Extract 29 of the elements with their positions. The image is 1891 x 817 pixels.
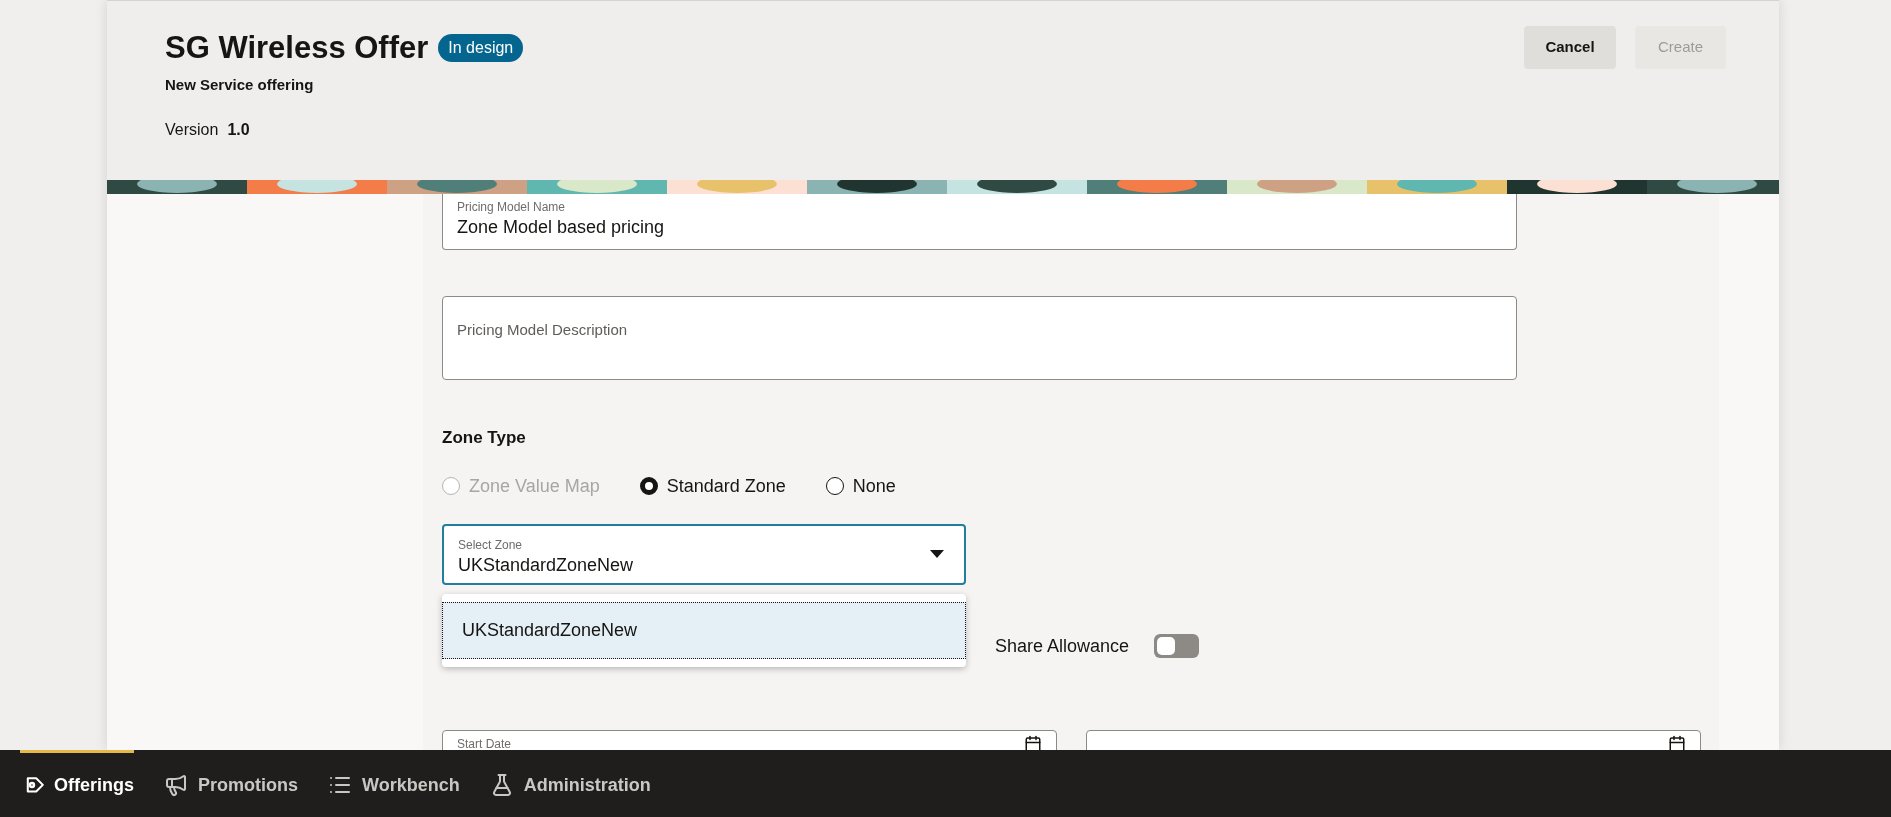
nav-tab[interactable]: Offerings	[20, 750, 134, 817]
nav-tab[interactable]: Administration	[489, 750, 651, 817]
field-label: Start Date	[457, 735, 512, 750]
nav-tab[interactable]: Workbench	[328, 750, 460, 817]
share-allowance-label: Share Allowance	[995, 634, 1130, 658]
radio-button[interactable]	[825, 477, 844, 495]
version-label: Version	[165, 120, 219, 141]
field-label: Select Zone	[458, 536, 524, 554]
dropdown-option[interactable]: UKStandardZoneNew	[442, 601, 966, 659]
cancel-button[interactable]: Cancel	[1524, 26, 1616, 69]
radio-label[interactable]: Standard Zone	[666, 472, 786, 500]
field-value: UKStandardZoneNew	[458, 553, 634, 576]
pricing-model-name-field[interactable]: Pricing Model Name Zone Model based pricing	[442, 194, 1517, 250]
start-date-field[interactable]: Start Date	[442, 729, 1057, 750]
pricing-model-description-field[interactable]: Pricing Model Description	[442, 296, 1517, 380]
nav-tab[interactable]: Promotions	[164, 750, 299, 817]
select-zone-dropdown[interactable]: Select Zone UKStandardZoneNew	[442, 523, 966, 585]
section-heading: Zone Type	[442, 427, 527, 449]
status-badge: In design	[438, 34, 524, 63]
toggle-switch[interactable]	[1154, 634, 1200, 658]
megaphone-icon	[164, 773, 188, 797]
version-value: 1.0	[227, 120, 250, 141]
field-label: Pricing Model Name	[457, 199, 567, 216]
page-subtitle: New Service offering	[165, 74, 315, 95]
caret-icon	[930, 549, 944, 558]
radio-label[interactable]: None	[852, 472, 896, 500]
field-value: Zone Model based pricing	[457, 216, 666, 239]
page-title: SG Wireless Offer	[165, 29, 429, 67]
radio-button[interactable]	[639, 477, 658, 495]
